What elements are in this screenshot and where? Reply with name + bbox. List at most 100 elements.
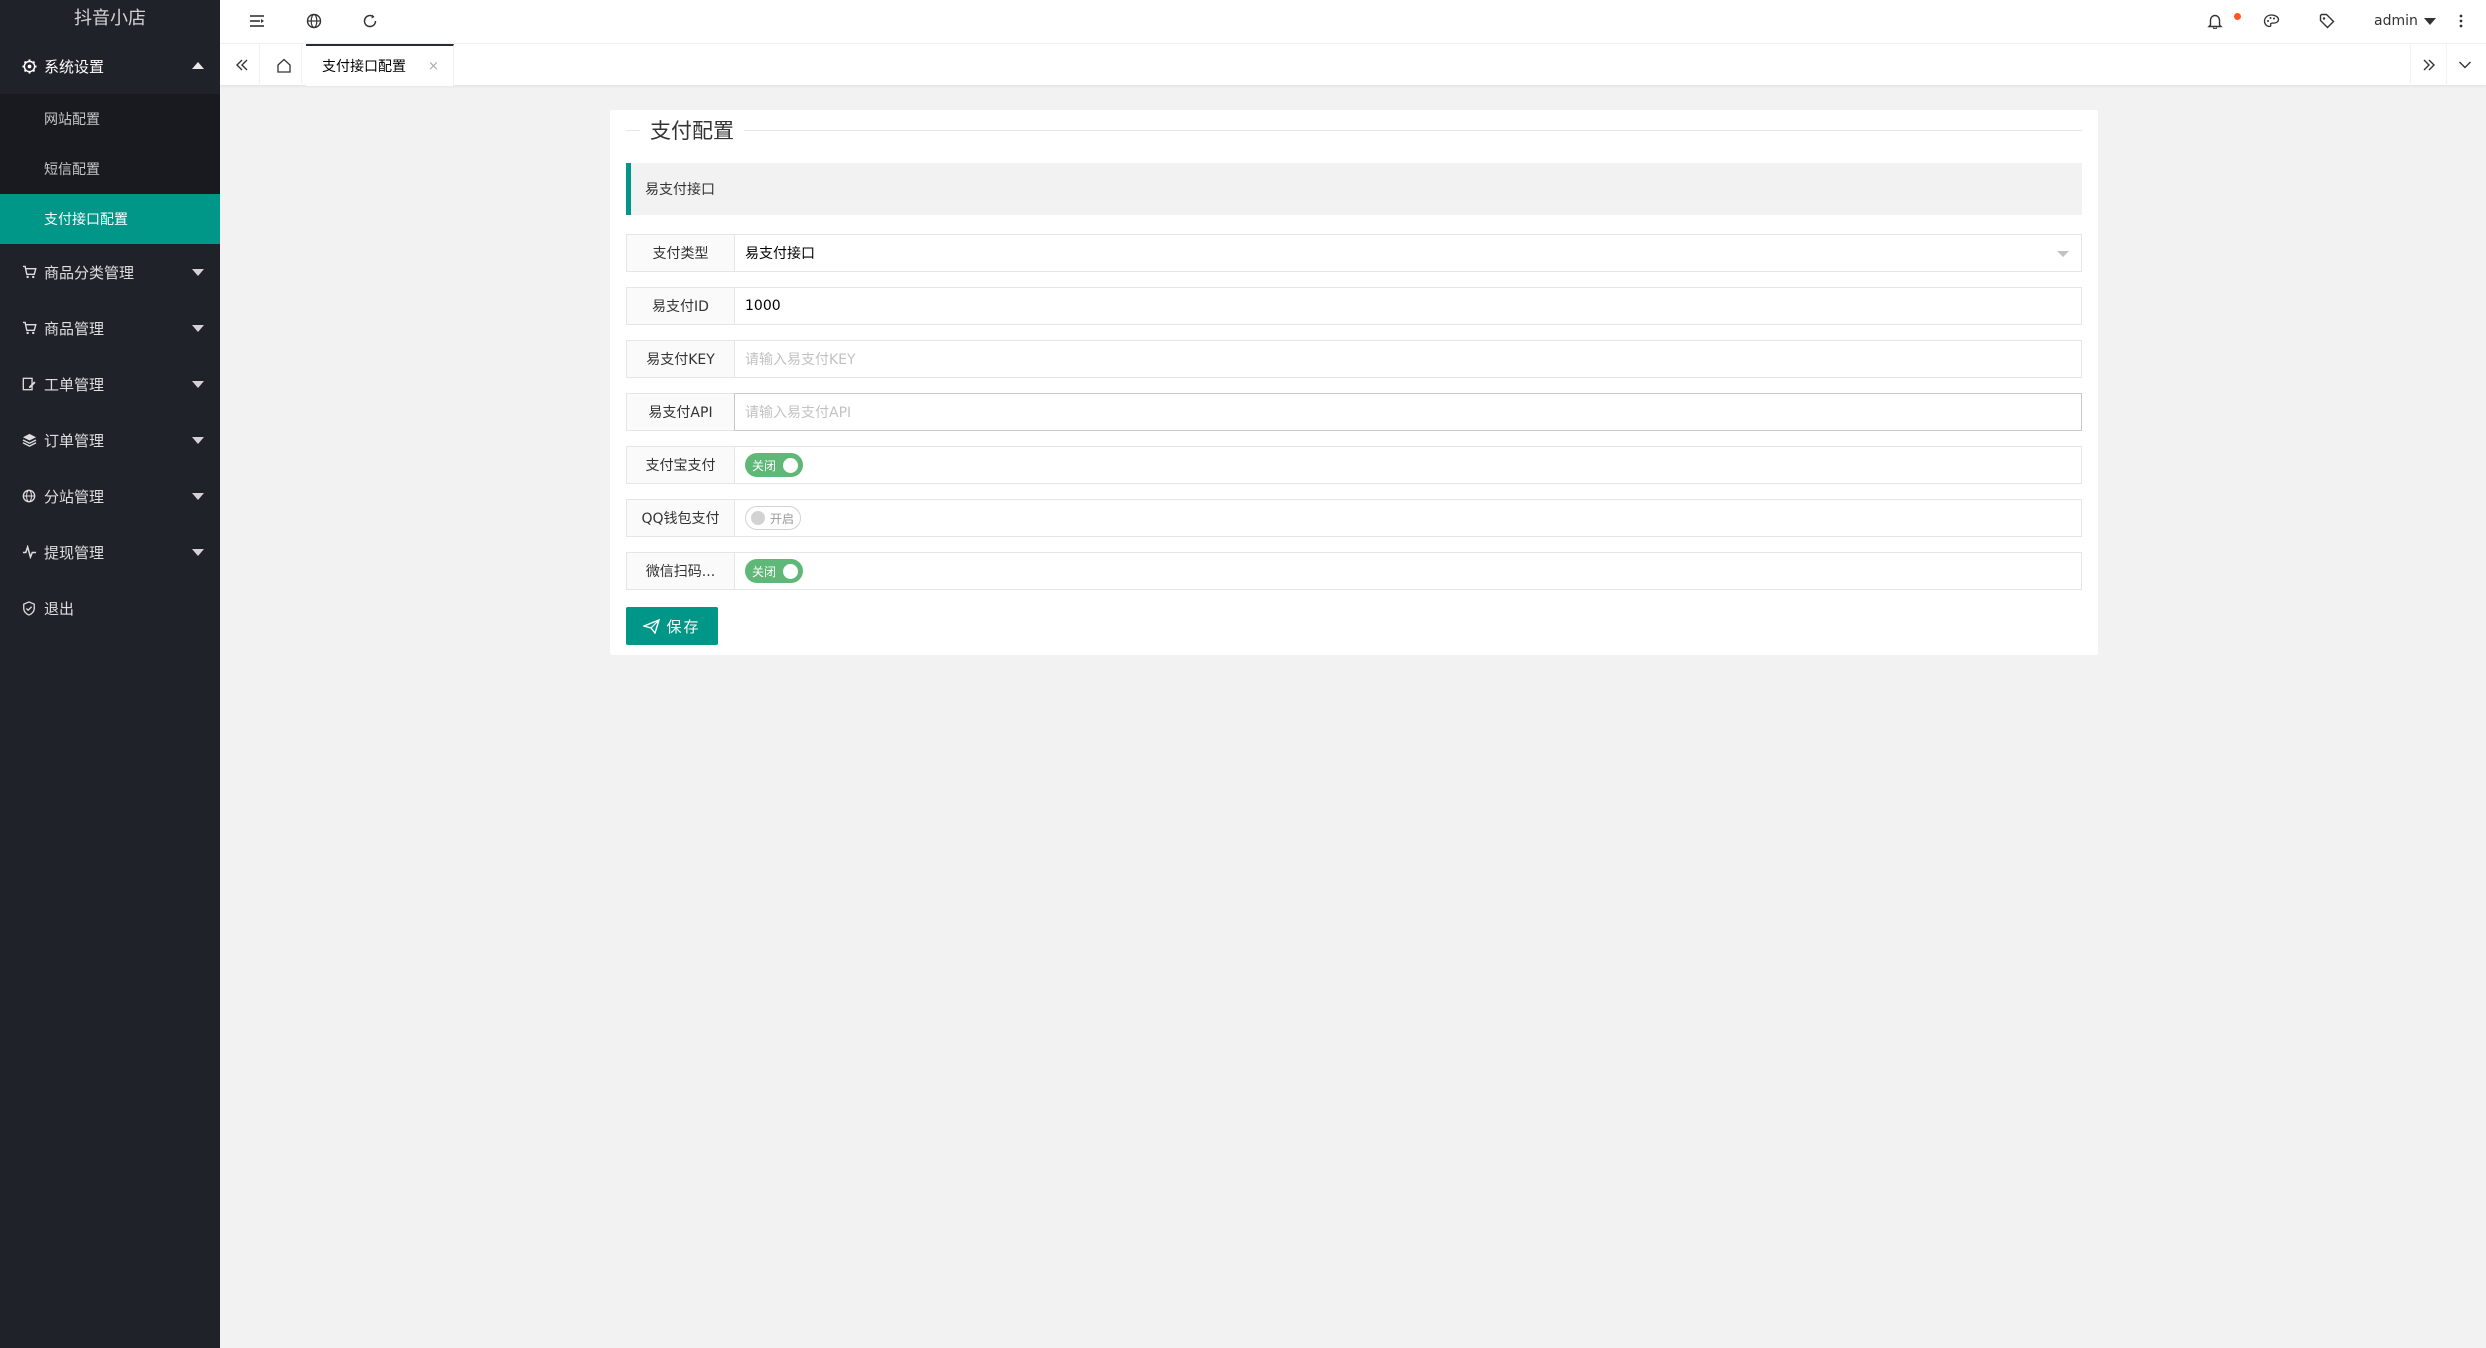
form-row-pay-key: 易支付KEY 请输入易支付KEY — [626, 340, 2082, 378]
chevron-down-icon — [192, 437, 204, 444]
app-logo[interactable]: 抖音小店 — [0, 0, 220, 38]
theme-palette-icon[interactable] — [2260, 10, 2282, 32]
form-row-pay-type: 支付类型 易支付接口 — [626, 234, 2082, 272]
sidebar-item-label: 工单管理 — [44, 375, 105, 394]
sidebar-item-tickets[interactable]: 工单管理 — [0, 356, 220, 412]
gear-icon — [20, 57, 38, 75]
sidebar-submenu-system-settings: 网站配置 短信配置 支付接口配置 — [0, 94, 220, 244]
tag-icon[interactable] — [2316, 10, 2338, 32]
legend-divider — [626, 130, 2082, 131]
user-name: admin — [2374, 13, 2418, 29]
card-title: 支付配置 — [640, 118, 744, 144]
save-button-label: 保存 — [666, 617, 701, 636]
switch-knob — [751, 511, 765, 525]
more-vertical-icon[interactable] — [2450, 10, 2472, 32]
sidebar-item-label: 退出 — [44, 599, 75, 618]
chevron-down-icon — [192, 549, 204, 556]
sidebar-item-system-settings[interactable]: 系统设置 — [0, 38, 220, 94]
globe-icon — [20, 487, 38, 505]
qqpay-field: 开启 — [735, 499, 2082, 537]
tabs-scroll-right-button[interactable] — [2410, 44, 2446, 86]
sidebar-item-label: 系统设置 — [44, 57, 105, 76]
switch-text: 关闭 — [752, 458, 777, 473]
pay-key-placeholder: 请输入易支付KEY — [745, 352, 856, 368]
form-row-pay-id: 易支付ID 1000 — [626, 287, 2082, 325]
payment-config-card: 支付配置 易支付接口 支付类型 易支付接口 易支付ID 1000 易支付KEY … — [610, 110, 2098, 655]
sidebar-item-substations[interactable]: 分站管理 — [0, 468, 220, 524]
tab-label: 支付接口配置 — [322, 59, 406, 75]
chevron-down-icon — [192, 269, 204, 276]
sidebar: 抖音小店 系统设置 网站配置 短信配置 支付接口配置 商品分类管理 商品管理 工… — [0, 0, 220, 1348]
sidebar-item-label: 分站管理 — [44, 487, 105, 506]
close-icon[interactable]: × — [428, 59, 439, 74]
pay-id-value: 1000 — [745, 298, 781, 314]
home-icon — [276, 58, 291, 73]
switch-knob — [783, 564, 799, 579]
save-button[interactable]: 保存 — [626, 607, 718, 645]
globe-icon[interactable] — [303, 10, 325, 32]
pay-key-input[interactable]: 请输入易支付KEY — [735, 340, 2082, 378]
pay-id-input[interactable]: 1000 — [735, 287, 2082, 325]
layers-icon — [20, 431, 38, 449]
user-menu[interactable]: admin — [2374, 10, 2436, 32]
sidebar-item-products[interactable]: 商品管理 — [0, 300, 220, 356]
notification-badge — [2234, 13, 2241, 20]
pay-api-label: 易支付API — [626, 393, 735, 431]
wxpay-label: 微信扫码... — [626, 552, 735, 590]
pay-type-select[interactable]: 易支付接口 — [735, 234, 2082, 272]
sidebar-item-label: 商品分类管理 — [44, 263, 135, 282]
sidebar-item-orders[interactable]: 订单管理 — [0, 412, 220, 468]
wxpay-field: 关闭 — [735, 552, 2082, 590]
menu-toggle-icon[interactable] — [246, 10, 268, 32]
chevron-down-icon — [192, 493, 204, 500]
sidebar-item-withdraw[interactable]: 提现管理 — [0, 524, 220, 580]
tabs-options-button[interactable] — [2446, 44, 2482, 86]
chevron-up-icon — [192, 62, 204, 69]
paper-plane-icon — [643, 618, 661, 634]
caret-down-icon — [2057, 251, 2069, 257]
refresh-icon[interactable] — [359, 10, 381, 32]
form-row-alipay: 支付宝支付 关闭 — [626, 446, 2082, 484]
pay-api-input[interactable]: 请输入易支付API — [734, 393, 2082, 431]
section-quote: 易支付接口 — [626, 163, 2082, 215]
wxpay-switch[interactable]: 关闭 — [745, 559, 804, 583]
sidebar-subitem-sms-config[interactable]: 短信配置 — [0, 144, 220, 194]
qqpay-label: QQ钱包支付 — [626, 499, 735, 537]
tab-payment-config[interactable]: 支付接口配置 × — [306, 44, 454, 86]
sidebar-item-label: 提现管理 — [44, 543, 105, 562]
page-tabs-bar: 支付接口配置 × — [220, 44, 2486, 86]
sidebar-subitem-site-config[interactable]: 网站配置 — [0, 94, 220, 144]
switch-text: 开启 — [770, 511, 795, 526]
qqpay-switch[interactable]: 开启 — [745, 506, 802, 530]
pay-type-value: 易支付接口 — [745, 246, 815, 262]
chevron-down-icon — [192, 325, 204, 332]
chevron-down-icon — [2458, 61, 2471, 69]
pay-type-label: 支付类型 — [626, 234, 735, 272]
sidebar-item-label: 商品管理 — [44, 319, 105, 338]
switch-knob — [783, 458, 799, 473]
double-chevron-left-icon — [235, 59, 247, 71]
bell-icon[interactable] — [2204, 10, 2226, 32]
chevron-down-icon — [192, 381, 204, 388]
form-row-wxpay: 微信扫码... 关闭 — [626, 552, 2082, 590]
cart-icon — [20, 263, 38, 281]
home-tab-button[interactable] — [266, 44, 302, 86]
tabs-scroll-left-button[interactable] — [224, 44, 260, 86]
form-row-pay-api: 易支付API 请输入易支付API — [626, 393, 2082, 431]
sidebar-item-logout[interactable]: 退出 — [0, 580, 220, 636]
pay-api-placeholder: 请输入易支付API — [745, 405, 852, 421]
alipay-switch[interactable]: 关闭 — [745, 453, 804, 477]
cart-icon — [20, 319, 38, 337]
shield-check-icon — [20, 599, 38, 617]
activity-icon — [20, 543, 38, 561]
pay-key-label: 易支付KEY — [626, 340, 735, 378]
sidebar-subitem-payment-config[interactable]: 支付接口配置 — [0, 194, 220, 244]
sidebar-item-product-category[interactable]: 商品分类管理 — [0, 244, 220, 300]
top-header: admin — [220, 0, 2486, 44]
sidebar-item-label: 订单管理 — [44, 431, 105, 450]
caret-down-icon — [2423, 17, 2436, 25]
sidebar-group-system-settings: 系统设置 网站配置 短信配置 支付接口配置 — [0, 38, 220, 244]
pay-id-label: 易支付ID — [626, 287, 735, 325]
form-row-qqpay: QQ钱包支付 开启 — [626, 499, 2082, 537]
alipay-label: 支付宝支付 — [626, 446, 735, 484]
